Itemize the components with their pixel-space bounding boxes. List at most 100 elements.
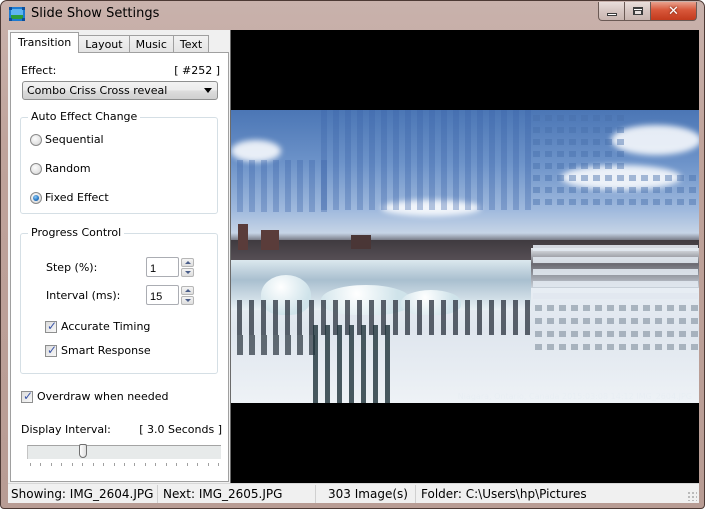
overdraw-label[interactable]: Overdraw when needed: [37, 390, 168, 403]
transition-strip: [595, 305, 602, 311]
transition-strip: [559, 331, 566, 337]
interval-spinner[interactable]: [181, 286, 194, 306]
transition-strip: [453, 110, 459, 210]
slider-tick: [144, 463, 146, 466]
transition-strip: [249, 335, 255, 355]
transition-strip: [617, 115, 624, 121]
transition-strip: [593, 139, 600, 145]
transition-strip: [545, 163, 552, 169]
step-spinner[interactable]: [181, 258, 194, 278]
radio-fixed-effect-label[interactable]: Fixed Effect: [45, 191, 109, 204]
display-interval-label: Display Interval:: [21, 423, 111, 436]
display-interval-value: [ 3.0 Seconds ]: [139, 423, 222, 436]
transition-strip: [429, 300, 434, 335]
transition-strip: [655, 331, 662, 337]
transition-strip: [535, 305, 542, 311]
transition-strip: [477, 300, 482, 335]
tab-music[interactable]: Music: [128, 35, 174, 53]
transition-strip: [617, 163, 624, 169]
slider-tick: [50, 463, 52, 466]
transition-strip: [641, 199, 648, 205]
transition-strip: [593, 175, 600, 181]
slider-tick: [124, 463, 125, 466]
resize-grip[interactable]: [687, 491, 697, 501]
checkmark-icon: ✓: [47, 319, 58, 333]
transition-strip: [641, 187, 648, 193]
effect-dropdown[interactable]: Combo Criss Cross reveal: [22, 81, 218, 100]
transition-strip: [583, 331, 590, 337]
tab-strip: Transition Layout Music Text: [10, 32, 210, 53]
transition-strip: [631, 305, 638, 311]
slider-tick: [197, 463, 199, 466]
display-interval-slider-thumb[interactable]: [79, 444, 88, 458]
chevron-down-icon: [204, 88, 212, 93]
transition-strip: [593, 115, 600, 121]
transition-strip: [525, 110, 531, 210]
transition-strip: [349, 325, 354, 403]
interval-decrement-button[interactable]: [181, 296, 194, 305]
transition-strip: [261, 335, 267, 355]
status-folder: Folder: C:\Users\hp\Pictures: [421, 486, 587, 501]
status-image-count: 303 Image(s): [316, 484, 416, 503]
transition-strip: [273, 300, 278, 335]
transition-strip: [325, 325, 330, 403]
transition-strip: [569, 151, 576, 157]
transition-strip: [691, 331, 698, 337]
transition-strip: [691, 344, 698, 350]
transition-strip: [631, 344, 638, 350]
progress-control-group: Progress Control Step (%): Interval (ms)…: [20, 226, 218, 374]
transition-strip: [545, 151, 552, 157]
transition-strip: [533, 293, 698, 299]
tab-text[interactable]: Text: [172, 35, 210, 53]
transition-strip: [619, 305, 626, 311]
transition-strip: [453, 300, 458, 335]
radio-random-label[interactable]: Random: [45, 162, 91, 175]
interval-input[interactable]: [146, 285, 179, 305]
transition-strip: [533, 115, 540, 121]
transition-strip: [679, 318, 686, 324]
transition-strip: [393, 110, 399, 210]
step-increment-button[interactable]: [181, 258, 194, 267]
accurate-timing-check[interactable]: ✓: [45, 319, 58, 333]
transition-strip: [581, 139, 588, 145]
transition-strip: [629, 199, 636, 205]
title-bar[interactable]: Slide Show Settings ✕: [1, 1, 704, 30]
maximize-button[interactable]: [625, 2, 651, 21]
window-title: Slide Show Settings: [31, 6, 160, 21]
overdraw-check[interactable]: ✓: [21, 389, 33, 403]
accurate-timing-label[interactable]: Accurate Timing: [61, 320, 150, 333]
transition-strip: [607, 305, 614, 311]
transition-strip: [533, 127, 540, 133]
minimize-button[interactable]: [598, 2, 625, 21]
radio-fixed-effect-button[interactable]: [30, 192, 42, 204]
smart-response-label[interactable]: Smart Response: [61, 344, 151, 357]
tab-layout[interactable]: Layout: [78, 35, 130, 53]
transition-strip: [617, 151, 624, 157]
radio-random-button[interactable]: [30, 163, 42, 175]
smart-response-check[interactable]: ✓: [45, 343, 57, 357]
step-input[interactable]: [146, 257, 179, 277]
slide-show-settings-window: Slide Show Settings ✕ Transition Layout …: [0, 0, 705, 509]
transition-strip: [285, 300, 290, 335]
transition-strip: [441, 300, 446, 335]
slider-tick: [165, 463, 167, 466]
display-interval-slider[interactable]: [27, 445, 221, 459]
radio-sequential-label[interactable]: Sequential: [45, 133, 104, 146]
transition-strip: [533, 187, 540, 193]
close-button[interactable]: ✕: [651, 2, 697, 21]
slider-tick: [103, 463, 105, 466]
radio-sequential-button[interactable]: [30, 134, 42, 146]
transition-strip: [667, 331, 674, 337]
transition-strip: [489, 110, 495, 210]
transition-strip: [593, 199, 600, 205]
step-decrement-button[interactable]: [181, 268, 194, 277]
transition-strip: [605, 115, 612, 121]
transition-strip: [535, 331, 542, 337]
transition-strip: [689, 175, 696, 181]
interval-increment-button[interactable]: [181, 286, 194, 295]
slider-tick: [186, 463, 188, 466]
slider-tick: [40, 463, 42, 466]
tab-transition[interactable]: Transition: [10, 32, 80, 53]
transition-strip: [667, 305, 674, 311]
slider-tick: [218, 463, 219, 466]
